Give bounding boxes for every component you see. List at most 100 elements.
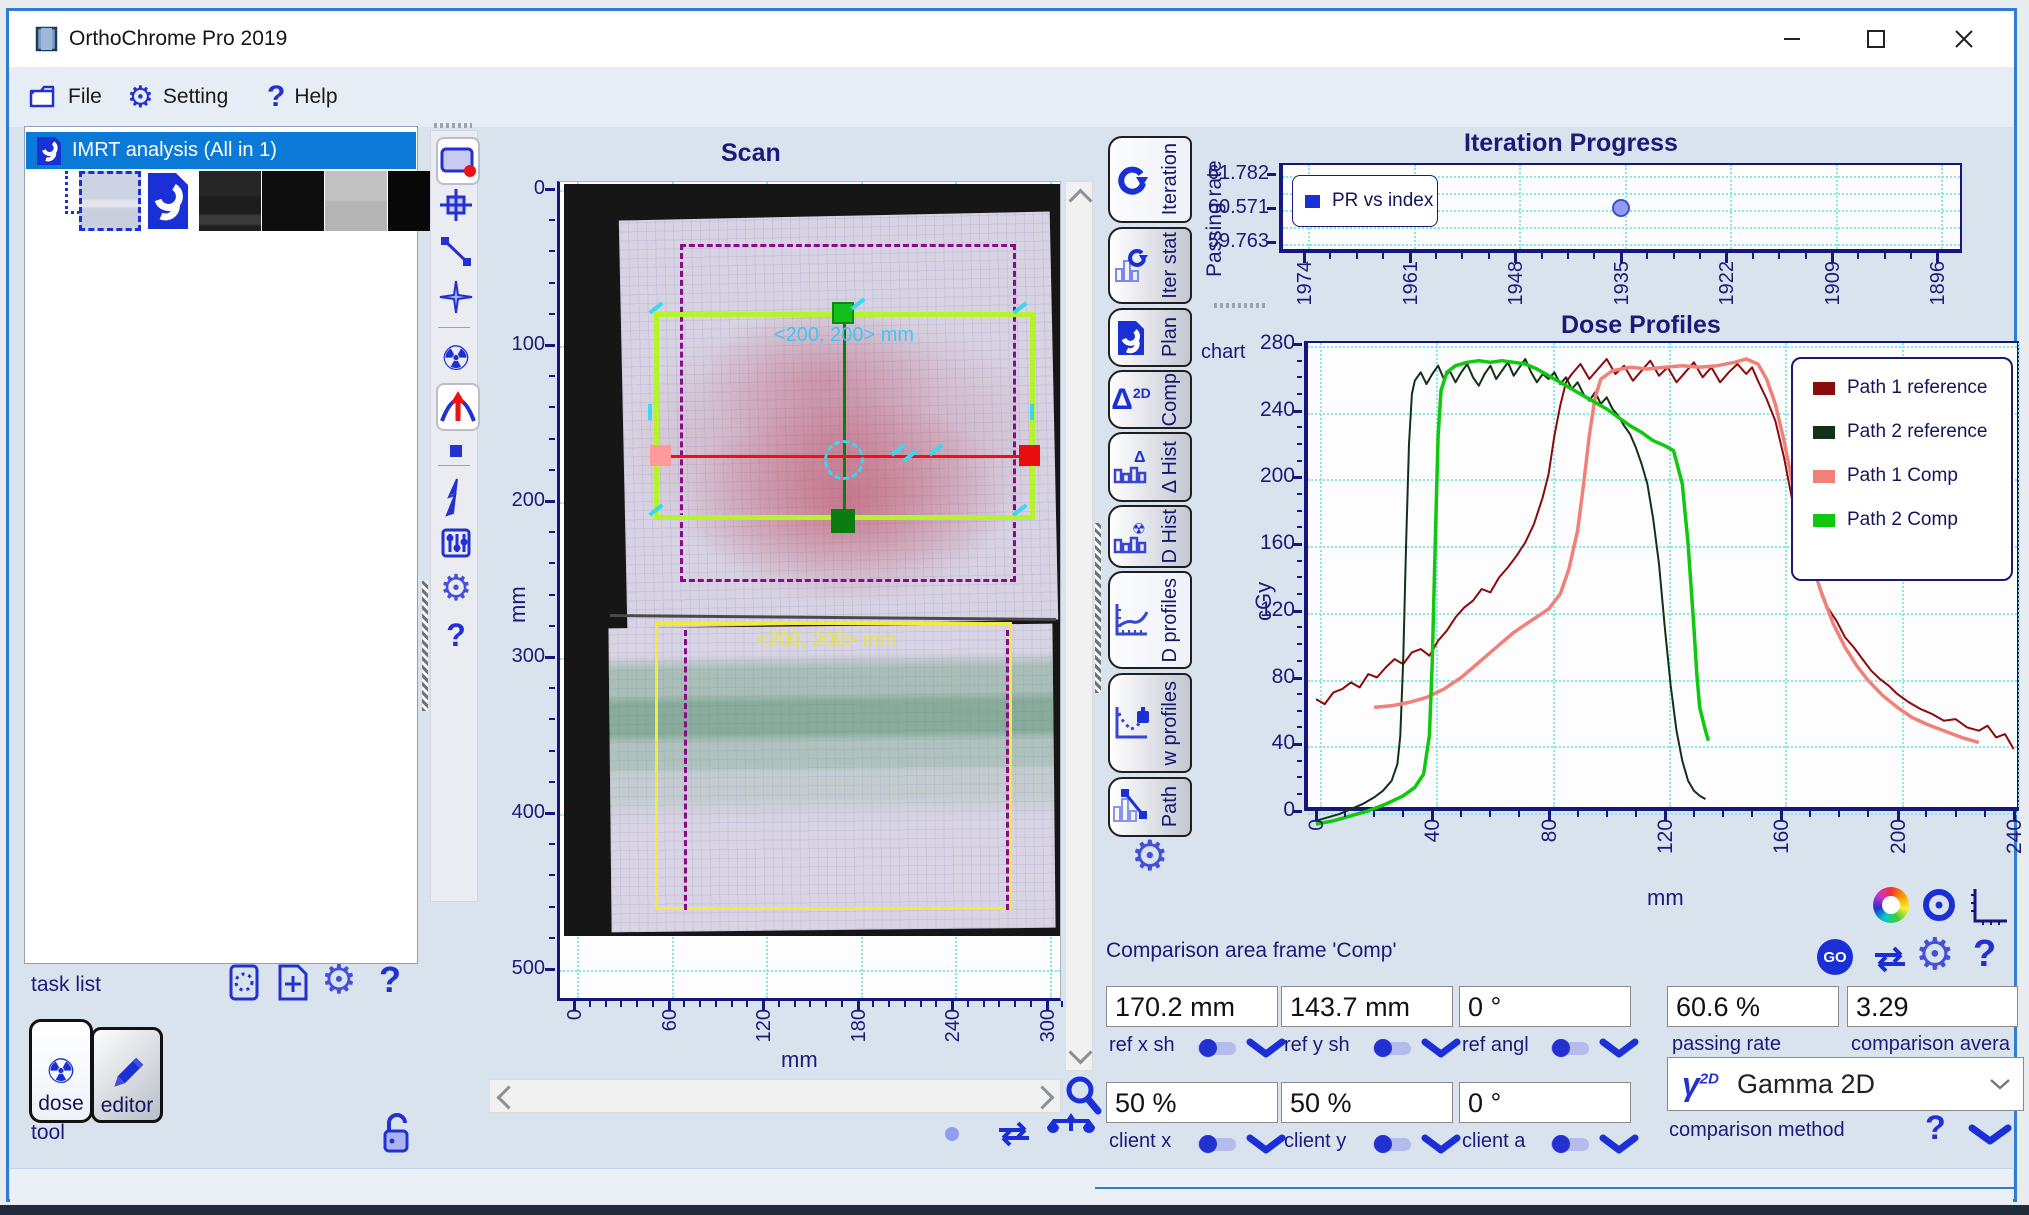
menu-help-label: Help	[294, 85, 338, 108]
comparison-field-ref-x-sh[interactable]	[1106, 986, 1278, 1027]
scroll-down-arrow[interactable]	[1068, 1040, 1093, 1065]
slider-knob[interactable]	[1552, 1039, 1570, 1057]
thumbnail-plan-document[interactable]	[142, 171, 194, 231]
comparison-settings-gear-icon[interactable]: ⚙	[1915, 929, 1954, 980]
maximize-button[interactable]	[1849, 17, 1903, 61]
handle-top-green[interactable]	[832, 302, 854, 324]
slider-knob[interactable]	[1199, 1135, 1217, 1153]
toolbar-profile-tool[interactable]	[436, 383, 480, 431]
comparison-field-client-x[interactable]	[1106, 1082, 1278, 1123]
side-tab-d-profiles[interactable]: D profiles	[1108, 571, 1192, 669]
handle-bottom-green[interactable]	[831, 509, 855, 533]
side-tab-iter-stat[interactable]: Iter stat	[1108, 227, 1192, 304]
toolbar-rect-select-tool[interactable]	[436, 137, 480, 185]
field-slider[interactable]	[1551, 1135, 1589, 1153]
tool-strip-grip[interactable]	[434, 123, 472, 128]
refresh-loop-icon[interactable]	[989, 1117, 1039, 1156]
handle-left-pink[interactable]	[650, 445, 671, 466]
field-chevron-icon[interactable]	[1421, 1134, 1461, 1156]
second-frame-outline[interactable]	[655, 622, 1012, 910]
thumbnail-film-black[interactable]	[262, 171, 324, 231]
dose-minor-tick	[1297, 709, 1302, 712]
toolbar-crosshair-tool[interactable]	[436, 183, 476, 227]
side-tab-comp[interactable]: Δ2D Comp	[1108, 370, 1192, 429]
side-tab-path[interactable]: Path	[1108, 777, 1192, 837]
method-help-icon[interactable]: ?	[1925, 1109, 1946, 1148]
slider-knob[interactable]	[1552, 1135, 1570, 1153]
line-icon	[439, 234, 473, 268]
toolbar-flash-tool[interactable]	[436, 475, 476, 519]
axes-corner-icon-2[interactable]	[1967, 885, 2011, 934]
iter-tick	[1725, 253, 1728, 263]
toolbar-settings-tool[interactable]: ⚙	[436, 567, 476, 611]
unlock-icon[interactable]	[379, 1111, 413, 1160]
rerun-loop-icon[interactable]	[1865, 943, 1915, 980]
comparison-field-ref-y-sh[interactable]	[1281, 986, 1453, 1027]
slider-knob[interactable]	[1199, 1039, 1217, 1057]
comparison-field-client-a[interactable]	[1459, 1082, 1631, 1123]
iter-tick	[1619, 253, 1623, 263]
scroll-right-arrow[interactable]	[1030, 1085, 1055, 1110]
right-panel-splitter[interactable]	[1095, 523, 1101, 693]
select-document-button[interactable]	[227, 963, 263, 1008]
toolbar-marker-tool[interactable]	[436, 429, 476, 473]
field-chevron-icon[interactable]	[1246, 1134, 1286, 1156]
task-row-selected[interactable]: IMRT analysis (All in 1)	[26, 132, 416, 169]
toolbar-adjust-tool[interactable]	[436, 521, 476, 565]
menu-file[interactable]: File	[29, 77, 102, 117]
field-chevron-icon[interactable]	[1599, 1134, 1639, 1156]
comparison-average-field[interactable]	[1847, 986, 2018, 1027]
field-slider[interactable]	[1373, 1039, 1411, 1057]
tool-tab-editor[interactable]: editor	[91, 1027, 163, 1123]
slider-knob[interactable]	[1374, 1135, 1392, 1153]
side-tab-d-hist[interactable]: ☢ D Hist	[1108, 505, 1192, 568]
passing-rate-field[interactable]	[1667, 986, 1839, 1027]
add-document-button[interactable]	[275, 963, 311, 1008]
panel-splitter[interactable]	[422, 581, 428, 711]
tabs-settings-gear-icon[interactable]: ⚙	[1131, 831, 1169, 880]
side-tab-plan[interactable]: Plan	[1108, 308, 1192, 367]
minimize-button[interactable]	[1765, 17, 1819, 61]
scroll-up-arrow[interactable]	[1068, 188, 1093, 213]
field-slider[interactable]	[1198, 1039, 1236, 1057]
color-wheel-icon[interactable]	[1873, 887, 1909, 923]
menu-setting[interactable]: ⚙ Setting	[127, 77, 228, 117]
menu-help[interactable]: ? Help	[267, 77, 338, 117]
scan-plot[interactable]: <200, 200> mm <200, 200> mm	[557, 181, 1061, 1001]
method-chevron-icon[interactable]	[1967, 1123, 2013, 1147]
close-button[interactable]	[1937, 17, 1991, 61]
thumbnail-film-gray[interactable]	[325, 171, 387, 231]
balance-scale-icon[interactable]	[1045, 1111, 1097, 1160]
toolbar-point-tool[interactable]	[436, 275, 476, 319]
comparison-field-client-y[interactable]	[1281, 1082, 1453, 1123]
comparison-field-ref-angl[interactable]	[1459, 986, 1631, 1027]
toolbar-dose-tool[interactable]: ☢	[436, 337, 476, 381]
task-settings-gear-icon[interactable]: ⚙	[321, 957, 357, 1003]
toolbar-line-tool[interactable]	[436, 229, 476, 273]
target-dot-icon[interactable]	[1921, 887, 1957, 923]
scroll-left-arrow[interactable]	[496, 1085, 521, 1110]
side-tab--hist[interactable]: Δ Δ Hist	[1108, 432, 1192, 502]
side-tab-w-profiles[interactable]: w profiles	[1108, 673, 1192, 773]
dose-panel-grip[interactable]	[1214, 303, 1266, 308]
field-chevron-icon[interactable]	[1599, 1038, 1639, 1060]
field-chevron-icon[interactable]	[1421, 1038, 1461, 1060]
field-chevron-icon[interactable]	[1246, 1038, 1286, 1060]
handle-right-red[interactable]	[1019, 445, 1040, 466]
field-slider[interactable]	[1551, 1039, 1589, 1057]
task-help-icon[interactable]: ?	[379, 959, 401, 1001]
scan-vertical-scrollbar[interactable]	[1065, 181, 1093, 1071]
field-slider[interactable]	[1198, 1135, 1236, 1153]
comparison-method-dropdown[interactable]: γ2D Gamma 2D	[1667, 1057, 2024, 1111]
scan-horizontal-scrollbar[interactable]	[489, 1079, 1061, 1113]
center-marker-cyan[interactable]	[824, 440, 864, 480]
side-tab-iteration[interactable]: Iteration	[1108, 136, 1192, 223]
tool-tab-dose[interactable]: ☢ dose	[29, 1019, 93, 1123]
go-button[interactable]: GO	[1817, 939, 1853, 975]
thumbnail-film-scan-light[interactable]	[79, 171, 141, 231]
comparison-help-icon[interactable]: ?	[1973, 933, 1996, 976]
thumbnail-film-dark[interactable]	[199, 171, 261, 231]
toolbar-help-tool[interactable]: ?	[436, 613, 476, 657]
field-slider[interactable]	[1373, 1135, 1411, 1153]
slider-knob[interactable]	[1374, 1039, 1392, 1057]
